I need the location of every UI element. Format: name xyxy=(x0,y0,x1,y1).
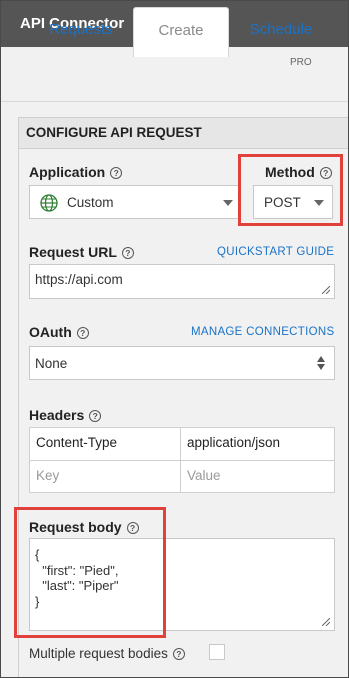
pro-badge: PRO xyxy=(290,57,312,68)
application-value: Custom xyxy=(67,195,114,210)
chevron-down-icon xyxy=(223,200,233,206)
oauth-value: None xyxy=(35,356,68,371)
application-label: Application? xyxy=(29,164,123,180)
header-key-input[interactable]: Key xyxy=(29,460,181,493)
help-icon[interactable]: ? xyxy=(172,648,185,660)
globe-icon xyxy=(40,194,58,212)
oauth-label: OAuth? xyxy=(29,324,89,340)
method-highlight-box xyxy=(238,154,343,226)
request-url-value: https://api.com xyxy=(35,272,123,287)
sidebar-window: API Connector Requests Create Schedule P… xyxy=(0,0,349,678)
help-icon[interactable]: ? xyxy=(76,327,89,339)
request-url-label: Request URL? xyxy=(29,244,134,260)
request-body-highlight-box xyxy=(14,507,166,638)
help-icon[interactable]: ? xyxy=(121,247,134,259)
panel-title: CONFIGURE API REQUEST xyxy=(26,125,202,140)
tab-create[interactable]: Create xyxy=(133,7,229,57)
tab-requests[interactable]: Requests xyxy=(31,1,131,55)
tab-schedule[interactable]: Schedule xyxy=(231,1,331,55)
resize-handle-icon[interactable] xyxy=(322,286,330,294)
request-url-input[interactable]: https://api.com xyxy=(29,264,335,299)
header-value-cell[interactable]: application/json xyxy=(180,427,335,461)
quickstart-guide-link[interactable]: QUICKSTART GUIDE xyxy=(217,246,334,258)
updown-arrows-icon xyxy=(317,356,325,370)
application-select[interactable]: Custom xyxy=(29,185,241,219)
header-value-input[interactable]: Value xyxy=(180,460,335,493)
panel-header: CONFIGURE API REQUEST xyxy=(19,118,348,149)
multiple-bodies-checkbox[interactable] xyxy=(209,644,225,660)
oauth-select[interactable]: None xyxy=(29,346,335,380)
resize-handle-icon[interactable] xyxy=(322,618,330,626)
help-icon[interactable]: ? xyxy=(110,167,123,179)
headers-label: Headers? xyxy=(29,407,102,423)
header-key-cell[interactable]: Content-Type xyxy=(29,427,181,461)
multiple-bodies-label: Multiple request bodies? xyxy=(29,646,185,661)
help-icon[interactable]: ? xyxy=(89,410,102,422)
manage-connections-link[interactable]: MANAGE CONNECTIONS xyxy=(191,326,334,338)
